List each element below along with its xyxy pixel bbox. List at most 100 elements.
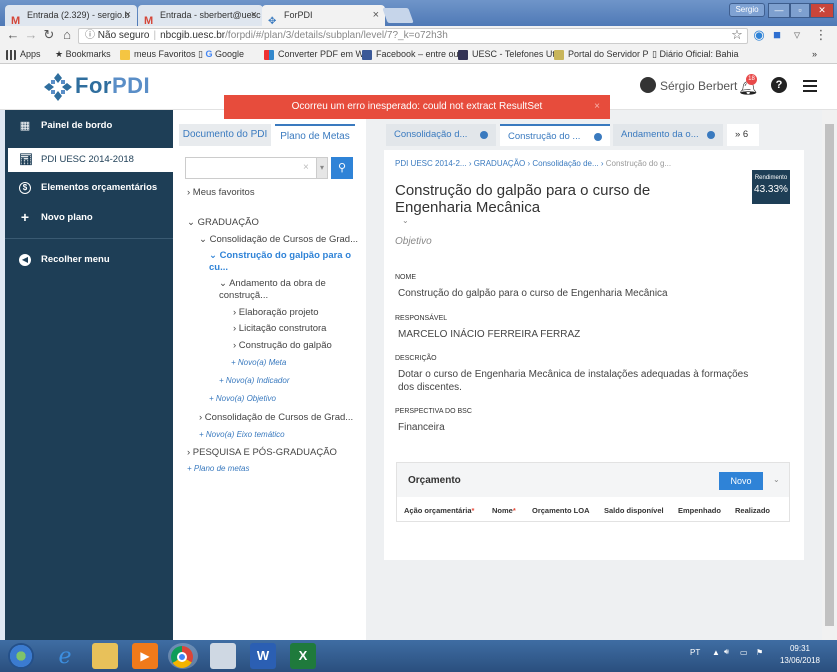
url-input[interactable]: ⓘ Não seguro | nbcgib.uesc.br/forpdi/#/pla…: [78, 28, 748, 44]
close-icon[interactable]: ×: [125, 5, 131, 26]
user-name[interactable]: Sérgio Berbert: [660, 79, 737, 93]
close-icon[interactable]: ×: [594, 95, 600, 119]
sidebar-item-novo-plano[interactable]: + Novo plano: [5, 206, 173, 230]
tab-construcao[interactable]: Construção do ...: [500, 124, 610, 146]
word-icon[interactable]: W: [250, 643, 276, 669]
breadcrumb: PDI UESC 2014-2... › GRADUAÇÃO › Consoli…: [395, 159, 672, 168]
minimize-button[interactable]: —: [768, 3, 790, 18]
tab-plano-metas[interactable]: Plano de Metas: [275, 124, 355, 146]
start-button[interactable]: [8, 643, 34, 669]
breadcrumb-link[interactable]: GRADUAÇÃO: [474, 159, 526, 168]
tray-arrow-icon[interactable]: ▲: [712, 648, 720, 657]
close-tab-icon[interactable]: [707, 131, 715, 139]
sidebar-item-recolher[interactable]: ◀ Recolher menu: [5, 248, 173, 272]
reload-icon[interactable]: ↻: [42, 28, 56, 42]
add-objetivo-link[interactable]: + Novo(a) Objetivo: [209, 394, 276, 403]
excel-icon[interactable]: X: [290, 643, 316, 669]
extension-icon[interactable]: ■: [770, 28, 784, 42]
window-user-badge[interactable]: Sergio: [729, 3, 765, 17]
add-eixo-link[interactable]: + Novo(a) Eixo temático: [199, 430, 285, 439]
flag-icon[interactable]: ⚑: [756, 648, 763, 657]
calculator-icon[interactable]: [210, 643, 236, 669]
search-button[interactable]: ⚲: [331, 157, 353, 179]
bookmark-uesc[interactable]: UESC - Telefones Ut: [458, 46, 555, 63]
tree-node-consolidacao-2[interactable]: › Consolidação de Cursos de Grad...: [199, 412, 353, 423]
close-icon[interactable]: ×: [373, 5, 379, 26]
more-bookmarks-icon[interactable]: »: [812, 46, 817, 63]
scrollbar-thumb[interactable]: [825, 124, 834, 626]
tree-node-elaboracao[interactable]: › Elaboração projeto: [233, 307, 319, 318]
media-player-icon[interactable]: ▶: [132, 643, 158, 669]
page-title: Construção do galpão para o curso de Eng…: [395, 182, 651, 216]
app-logo[interactable]: ForPDI: [75, 73, 150, 99]
sidebar-divider: [5, 238, 173, 239]
language-indicator[interactable]: PT: [690, 648, 700, 657]
help-icon[interactable]: ?: [771, 77, 787, 93]
tree-node-favoritos[interactable]: › Meus favoritos: [187, 187, 255, 198]
chevron-down-icon[interactable]: ⌄: [773, 475, 780, 484]
add-plano-metas-link[interactable]: + Plano de metas: [187, 464, 249, 473]
user-avatar-icon[interactable]: [640, 77, 656, 93]
back-icon[interactable]: ←: [6, 28, 20, 42]
menu-dots-icon[interactable]: ⋮: [814, 28, 828, 42]
bookmark-facebook[interactable]: Facebook – entre ou: [362, 46, 459, 63]
bookmark-diario[interactable]: ▯ Diário Oficial: Bahia: [652, 46, 738, 63]
bookmark-portal[interactable]: Portal do Servidor P: [554, 46, 649, 63]
close-icon[interactable]: ×: [251, 5, 257, 26]
star-icon[interactable]: ☆: [730, 28, 744, 42]
tree-node-construcao-galpao-cont[interactable]: cu...: [209, 262, 228, 273]
add-indicador-link[interactable]: + Novo(a) Indicador: [219, 376, 289, 385]
taskbar-clock[interactable]: 09:31 13/06/2018: [778, 643, 822, 667]
tree-node-construcao-galpao[interactable]: ⌄ Construção do galpão para o: [209, 250, 351, 261]
extension-icon[interactable]: ◉: [752, 28, 766, 42]
ie-icon[interactable]: ℯ: [52, 643, 78, 669]
chevron-down-icon[interactable]: ▾: [316, 157, 328, 179]
novo-button[interactable]: Novo: [719, 472, 763, 490]
tree-node-construcao[interactable]: › Construção do galpão: [233, 340, 332, 351]
network-icon[interactable]: ▭: [740, 648, 748, 657]
new-tab-button[interactable]: [382, 8, 414, 23]
sidebar-item-pdi[interactable]: 📊︎ PDI UESC 2014-2018: [5, 148, 173, 172]
tree-node-andamento-cont[interactable]: construçã...: [219, 290, 268, 301]
chrome-icon[interactable]: [168, 643, 198, 669]
more-tabs-button[interactable]: » 6: [727, 124, 759, 146]
maximize-button[interactable]: ▫: [790, 3, 810, 18]
forward-icon[interactable]: →: [24, 28, 38, 42]
page-scrollbar[interactable]: [822, 110, 837, 640]
sidebar-item-painel[interactable]: ▦ Painel de bordo: [5, 110, 173, 150]
tab-documento[interactable]: Documento do PDI: [179, 124, 271, 146]
tree-node-pesquisa[interactable]: › PESQUISA E PÓS-GRADUAÇÃO: [187, 447, 337, 458]
tab-andamento[interactable]: Andamento da o...: [613, 124, 723, 146]
clear-icon[interactable]: ×: [303, 162, 309, 173]
extension-icon[interactable]: ▿: [790, 28, 804, 42]
breadcrumb-link[interactable]: Consolidação de...: [532, 159, 598, 168]
tab-consolidacao[interactable]: Consolidação d...: [386, 124, 496, 146]
bookmark-converter[interactable]: Converter PDF em W: [264, 46, 364, 63]
home-icon[interactable]: ⌂: [60, 28, 74, 42]
bookmark-apps[interactable]: Apps: [6, 46, 41, 63]
bookmarks-bar: Apps ★ Bookmarks meus Favoritos ▯ G Goog…: [0, 46, 837, 64]
tree-node-graduacao[interactable]: ⌄ GRADUAÇÃO: [187, 217, 259, 228]
tree-node-andamento[interactable]: ⌄ Andamento da obra de: [219, 278, 326, 289]
breadcrumb-link[interactable]: PDI UESC 2014-2...: [395, 159, 467, 168]
hamburger-menu-icon[interactable]: [803, 80, 817, 95]
browser-tab-forpdi[interactable]: ✥ForPDI ×: [262, 5, 385, 26]
close-window-button[interactable]: ✕: [810, 3, 834, 18]
facebook-icon: [362, 49, 372, 60]
explorer-icon[interactable]: [92, 643, 118, 669]
close-tab-icon[interactable]: [480, 131, 488, 139]
close-tab-icon[interactable]: [594, 133, 602, 141]
volume-icon[interactable]: 🔊︎: [724, 647, 729, 657]
chevron-down-icon[interactable]: ⌄: [402, 216, 409, 225]
apps-icon: [6, 49, 16, 60]
tree-node-licitacao[interactable]: › Licitação construtora: [233, 323, 326, 334]
browser-tab-gmail-2[interactable]: M Entrada - sberbert@uesc ×: [138, 5, 263, 26]
bookmark-google[interactable]: ▯ G Google: [198, 46, 244, 63]
sidebar-item-elementos[interactable]: $ Elementos orçamentários: [5, 176, 173, 200]
tree-node-consolidacao[interactable]: ⌄ Consolidação de Cursos de Grad...: [199, 234, 358, 245]
bookmark-meus-favoritos[interactable]: meus Favoritos: [120, 46, 196, 63]
add-meta-link[interactable]: + Novo(a) Meta: [231, 358, 286, 367]
bookmark-bookmarks[interactable]: ★ Bookmarks: [55, 46, 111, 63]
collapse-icon: ◀: [19, 254, 31, 266]
browser-tab-gmail-1[interactable]: M Entrada (2.329) - sergio.b ×: [5, 5, 137, 26]
